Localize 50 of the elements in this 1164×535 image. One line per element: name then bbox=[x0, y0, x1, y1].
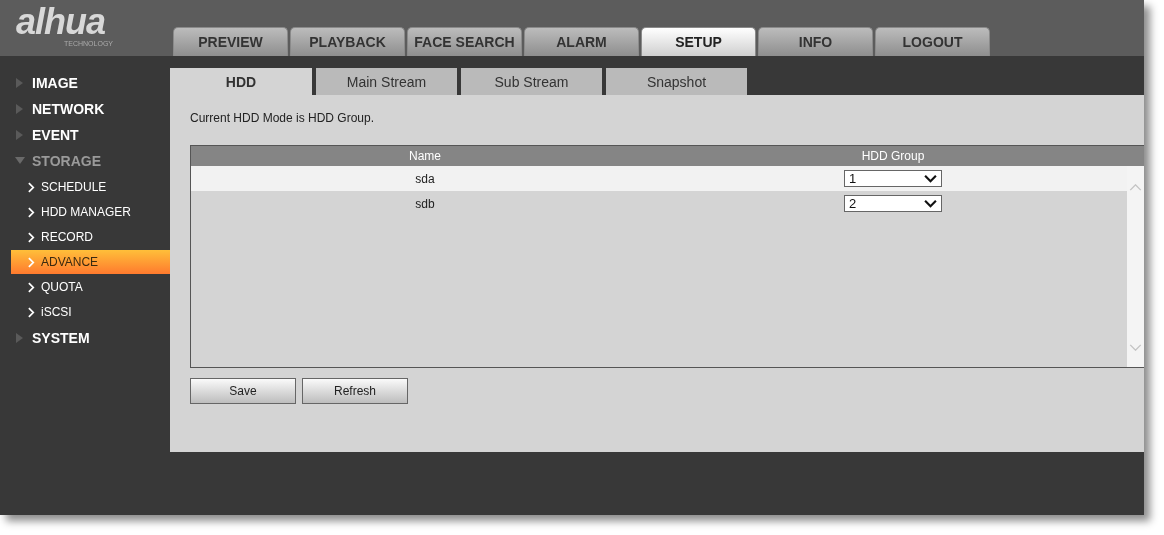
sidebar-item[interactable]: EVENT bbox=[0, 122, 170, 148]
sidebar-item[interactable]: NETWORK bbox=[0, 96, 170, 122]
main-tab[interactable]: PLAYBACK bbox=[290, 27, 405, 56]
triangle-icon bbox=[15, 104, 25, 114]
chevron-icon bbox=[28, 206, 35, 218]
logo: alhua bbox=[16, 4, 106, 40]
triangle-icon bbox=[15, 130, 25, 140]
chevron-icon bbox=[28, 281, 35, 293]
chevron-down-icon bbox=[924, 174, 937, 183]
scroll-up-icon[interactable] bbox=[1129, 184, 1142, 191]
sidebar-item[interactable]: STORAGE bbox=[0, 148, 170, 174]
main-tab[interactable]: SETUP bbox=[641, 27, 756, 56]
chevron-icon bbox=[28, 306, 35, 318]
sub-tab[interactable]: HDD bbox=[170, 68, 312, 95]
main-tab[interactable]: LOGOUT bbox=[875, 27, 990, 56]
column-header: Name bbox=[408, 149, 442, 163]
group-dropdown[interactable]: 2 bbox=[844, 195, 942, 212]
sidebar-subitem[interactable]: ADVANCE bbox=[11, 250, 170, 274]
chevron-icon bbox=[28, 231, 35, 243]
sub-tab[interactable]: Snapshot bbox=[606, 68, 747, 95]
triangle-icon bbox=[15, 333, 25, 343]
sub-tab[interactable]: Main Stream bbox=[316, 68, 457, 95]
sidebar-subitem[interactable]: RECORD bbox=[11, 225, 170, 249]
chevron-icon bbox=[28, 181, 35, 193]
table-row[interactable]: sda 1 bbox=[191, 166, 1127, 191]
triangle-icon bbox=[15, 156, 25, 166]
sidebar-subitem[interactable]: QUOTA bbox=[11, 275, 170, 299]
column-header: HDD Group bbox=[860, 149, 926, 163]
main-tab[interactable]: ALARM bbox=[524, 27, 639, 56]
table-cell-text: sdb bbox=[414, 196, 436, 211]
table-cell-text: sda bbox=[414, 171, 436, 186]
action-button[interactable]: Save bbox=[190, 378, 296, 404]
sidebar-subitem[interactable]: iSCSI bbox=[11, 300, 170, 324]
sidebar-item[interactable]: SYSTEM bbox=[0, 325, 170, 351]
main-tab[interactable]: FACE SEARCH bbox=[407, 27, 522, 56]
sidebar-subitem[interactable]: HDD MANAGER bbox=[11, 200, 170, 224]
main-tab[interactable]: PREVIEW bbox=[173, 27, 288, 56]
chevron-down-icon bbox=[924, 199, 937, 208]
table-row[interactable]: sdb 2 bbox=[191, 191, 1127, 216]
sub-tab[interactable]: Sub Stream bbox=[461, 68, 602, 95]
triangle-icon bbox=[15, 78, 25, 88]
scrollbar[interactable] bbox=[1127, 166, 1144, 367]
chevron-icon bbox=[28, 256, 35, 268]
main-tab[interactable]: INFO bbox=[758, 27, 873, 56]
sidebar-item[interactable]: IMAGE bbox=[0, 70, 170, 96]
sidebar-subitem[interactable]: SCHEDULE bbox=[11, 175, 170, 199]
group-dropdown[interactable]: 1 bbox=[844, 170, 942, 187]
action-button[interactable]: Refresh bbox=[302, 378, 408, 404]
scroll-down-icon[interactable] bbox=[1129, 344, 1142, 351]
status-message: Current HDD Mode is HDD Group. bbox=[190, 111, 376, 127]
